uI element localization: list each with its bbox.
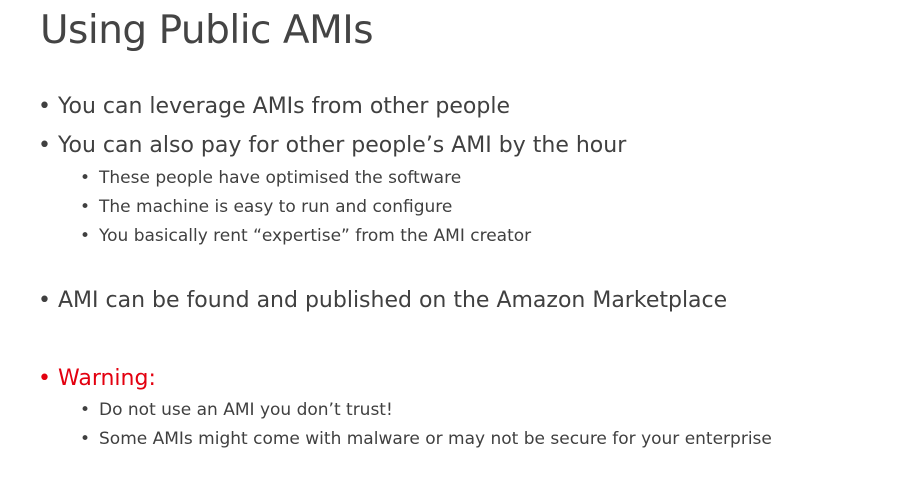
sub-bullet-item: • These people have optimised the softwar… xyxy=(80,166,461,190)
sub-bullet-item: • Do not use an AMI you don’t trust! xyxy=(80,398,393,422)
sub-bullet-item: • You basically rent “expertise” from the… xyxy=(80,224,531,248)
sub-bullet-text: These people have optimised the software xyxy=(99,168,462,188)
bullet-text: AMI can be found and published on the Am… xyxy=(58,288,728,313)
bullet-dot-icon: • xyxy=(80,429,91,449)
bullet-item: • AMI can be found and published on the A… xyxy=(38,286,727,316)
sub-bullet-text: You basically rent “expertise” from the … xyxy=(99,226,532,246)
sub-bullet-text: Do not use an AMI you don’t trust! xyxy=(99,400,393,420)
sub-bullet-item: • The machine is easy to run and configur… xyxy=(80,195,452,219)
bullet-dot-icon: • xyxy=(80,226,91,246)
bullet-dot-icon: • xyxy=(38,133,51,158)
warning-bullet-item: • Warning: xyxy=(38,364,156,394)
sub-bullet-item: • Some AMIs might come with malware or ma… xyxy=(80,427,772,451)
bullet-item: • You can also pay for other people’s AMI… xyxy=(38,131,626,161)
bullet-text: You can also pay for other people’s AMI … xyxy=(58,133,627,158)
bullet-dot-icon: • xyxy=(80,168,91,188)
bullet-item: • You can leverage AMIs from other people xyxy=(38,92,510,122)
sub-bullet-text: Some AMIs might come with malware or may… xyxy=(99,429,772,449)
bullet-dot-icon: • xyxy=(80,400,91,420)
bullet-text: You can leverage AMIs from other people xyxy=(58,94,510,119)
bullet-dot-icon: • xyxy=(38,366,51,391)
slide: Using Public AMIs • You can leverage AMIs… xyxy=(0,0,900,487)
warning-label: Warning: xyxy=(58,366,156,391)
slide-title: Using Public AMIs xyxy=(40,8,374,53)
sub-bullet-text: The machine is easy to run and configure xyxy=(99,197,453,217)
bullet-dot-icon: • xyxy=(38,94,51,119)
bullet-dot-icon: • xyxy=(38,288,51,313)
bullet-dot-icon: • xyxy=(80,197,91,217)
